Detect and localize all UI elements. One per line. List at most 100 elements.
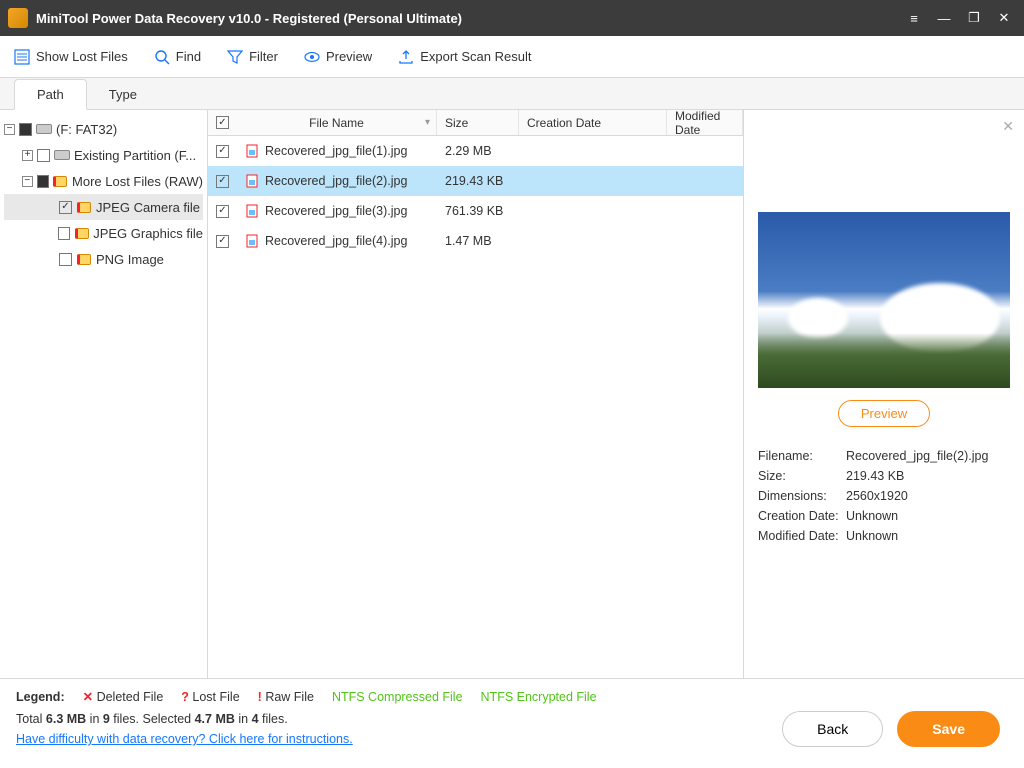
meta-key: Size: [758,469,846,483]
table-row[interactable]: Recovered_jpg_file(1).jpg 2.29 MB [208,136,743,166]
main: − (F: FAT32) + Existing Partition (F... … [0,110,1024,678]
checkbox[interactable] [216,175,229,188]
preview-image [758,212,1010,388]
meta-key: Modified Date: [758,529,846,543]
save-button[interactable]: Save [897,711,1000,747]
tree-png-image-label: PNG Image [96,252,164,267]
tree-jpeg-camera-label: JPEG Camera file [96,200,200,215]
search-icon [154,49,170,65]
table-header: File Name▾ Size Creation Date Modified D… [208,110,743,136]
tree-more-lost[interactable]: − More Lost Files (RAW) [4,168,203,194]
tree-jpeg-graphics[interactable]: JPEG Graphics file [4,220,203,246]
table-row[interactable]: Recovered_jpg_file(2).jpg 219.43 KB [208,166,743,196]
file-list-panel: File Name▾ Size Creation Date Modified D… [208,110,744,678]
deleted-icon: ✕ [83,690,93,704]
meta-value: 2560x1920 [846,489,908,503]
totals: Total 6.3 MB in 9 files. Selected 4.7 MB… [16,712,782,726]
column-size[interactable]: Size [437,110,519,135]
legend-ntfs-compressed: NTFS Compressed File [332,690,463,704]
file-name: Recovered_jpg_file(1).jpg [265,144,407,158]
collapse-icon[interactable]: − [22,176,33,187]
column-modified-label: Modified Date [675,109,734,137]
export-label: Export Scan Result [420,49,531,64]
totals-size: 6.3 MB [46,712,86,726]
filter-icon [227,49,243,65]
eye-icon [304,49,320,65]
checkbox[interactable] [19,123,32,136]
selected-count: 4 [252,712,259,726]
legend-raw: Raw File [265,690,314,704]
checkbox[interactable] [216,145,229,158]
checkbox[interactable] [58,227,70,240]
preview-open-label: Preview [861,406,907,421]
checkbox[interactable] [37,175,49,188]
totals-text: Total [16,712,46,726]
folder-icon [74,225,89,241]
column-creation-date[interactable]: Creation Date [519,110,667,135]
column-file-name[interactable]: File Name▾ [237,110,437,135]
totals-text: files. [259,712,288,726]
export-icon [398,49,414,65]
tree-root[interactable]: − (F: FAT32) [4,116,203,142]
column-creation-label: Creation Date [527,116,601,130]
tree-png-image[interactable]: PNG Image [4,246,203,272]
column-modified-date[interactable]: Modified Date [667,110,743,135]
expand-icon[interactable]: + [22,150,33,161]
collapse-icon[interactable]: − [4,124,15,135]
window-title: MiniTool Power Data Recovery v10.0 - Reg… [36,11,896,26]
tabs: Path Type [0,78,1024,110]
tree-existing-label: Existing Partition (F... [74,148,196,163]
menu-icon[interactable]: ≡ [902,6,926,30]
show-lost-files-label: Show Lost Files [36,49,128,64]
drive-icon [54,147,70,163]
raw-file-icon [245,234,259,248]
tree-existing-partition[interactable]: + Existing Partition (F... [4,142,203,168]
preview-label: Preview [326,49,372,64]
legend-ntfs-encrypted: NTFS Encrypted File [481,690,597,704]
preview-panel: ✕ Preview Filename:Recovered_jpg_file(2)… [744,110,1024,678]
filter-label: Filter [249,49,278,64]
preview-open-button[interactable]: Preview [838,400,930,427]
checkbox[interactable] [216,235,229,248]
select-all-checkbox[interactable] [216,116,229,129]
checkbox[interactable] [37,149,50,162]
find-label: Find [176,49,201,64]
show-lost-files-button[interactable]: Show Lost Files [14,49,128,65]
find-button[interactable]: Find [154,49,201,65]
export-button[interactable]: Export Scan Result [398,49,531,65]
lost-icon: ? [181,690,189,704]
tree-jpeg-camera[interactable]: JPEG Camera file [4,194,203,220]
table-row[interactable]: Recovered_jpg_file(3).jpg 761.39 KB [208,196,743,226]
preview-metadata: Filename:Recovered_jpg_file(2).jpg Size:… [758,449,1010,543]
save-label: Save [932,721,965,737]
help-link[interactable]: Have difficulty with data recovery? Clic… [16,732,353,746]
filter-button[interactable]: Filter [227,49,278,65]
totals-count: 9 [103,712,110,726]
tree-jpeg-graphics-label: JPEG Graphics file [93,226,203,241]
legend: Legend: ✕ Deleted File ? Lost File ! Raw… [16,689,782,704]
preview-button[interactable]: Preview [304,49,372,65]
tab-type-label: Type [109,87,137,102]
footer: Legend: ✕ Deleted File ? Lost File ! Raw… [0,678,1024,768]
legend-label: Legend: [16,690,65,704]
legend-deleted: Deleted File [97,690,164,704]
back-label: Back [817,721,848,737]
checkbox[interactable] [59,253,72,266]
legend-lost: Lost File [192,690,239,704]
checkbox[interactable] [216,205,229,218]
raw-icon: ! [258,690,262,704]
checkbox[interactable] [59,201,72,214]
tab-type[interactable]: Type [87,80,159,109]
file-size: 219.43 KB [437,174,519,188]
table-row[interactable]: Recovered_jpg_file(4).jpg 1.47 MB [208,226,743,256]
minimize-icon[interactable]: — [932,6,956,30]
selected-size: 4.7 MB [195,712,235,726]
back-button[interactable]: Back [782,711,883,747]
meta-key: Creation Date: [758,509,846,523]
meta-value: Unknown [846,529,898,543]
close-preview-icon[interactable]: ✕ [1002,118,1014,135]
maximize-icon[interactable]: ❐ [962,6,986,30]
tab-path[interactable]: Path [14,79,87,110]
close-icon[interactable]: ✕ [992,6,1016,30]
file-size: 1.47 MB [437,234,519,248]
